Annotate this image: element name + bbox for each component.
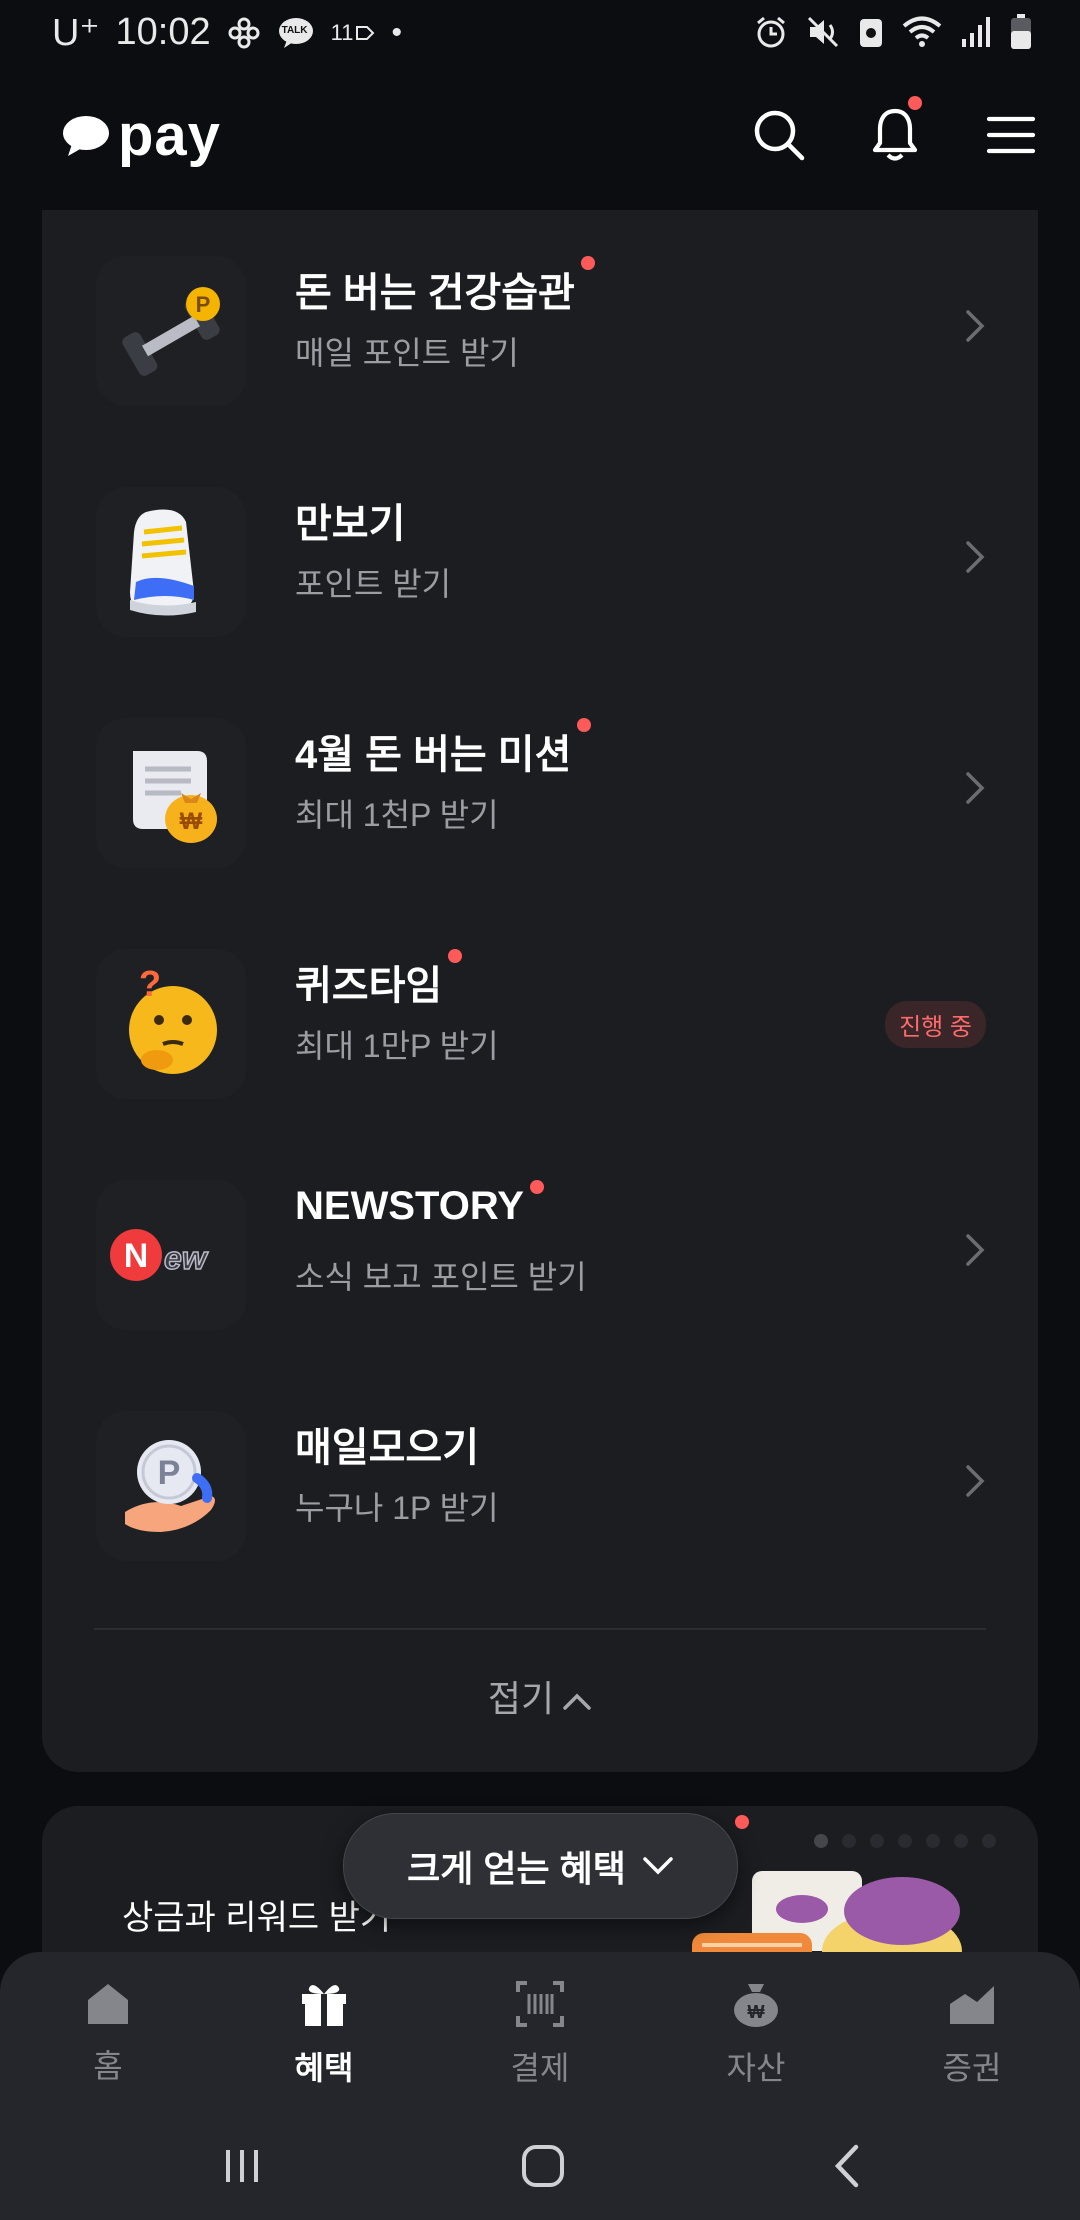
logo-text: pay [118,103,221,168]
collapse-button[interactable]: 접기 [42,1670,1038,1722]
new-dot [580,256,595,270]
benefit-subtitle: 최대 1만P 받기 [295,1028,499,1064]
menu-button[interactable] [976,100,1046,170]
svg-text:P: P [158,1454,181,1492]
notification-dot [908,96,922,110]
new-dot [735,1815,749,1829]
benefit-item-quiz[interactable]: ? 퀴즈타임 최대 1만P 받기 진행 중 [42,903,1038,1134]
sneaker-icon [96,487,246,637]
chevron-right-icon [966,772,985,804]
chevron-down-icon [643,1857,673,1875]
back-button[interactable] [812,2134,882,2198]
benefit-item-newstory[interactable]: N ew NEWSTORY 소식 보고 포인트 받기 [42,1134,1038,1365]
chevron-right-icon [966,1234,985,1266]
chevron-right-icon [966,541,985,573]
nav-assets[interactable]: ₩ 자산 [686,1980,826,2089]
benefit-title: NEWSTORY [295,1180,544,1229]
notification-button[interactable] [860,96,930,170]
flower-icon [227,16,261,50]
new-icon: N ew [96,1180,246,1330]
nav-home[interactable]: 홈 [38,1980,178,2087]
signal-icon [960,15,992,49]
home-system-button[interactable] [508,2134,578,2198]
svg-text:?: ? [139,964,161,1004]
benefit-subtitle: 소식 보고 포인트 받기 [295,1259,587,1295]
barcode-icon [516,1981,564,2027]
collapse-label: 접기 [487,1678,555,1719]
mute-icon [806,15,840,49]
clock: 10:02 [115,11,211,53]
back-icon [834,2144,859,2188]
chevron-right-icon [966,310,985,342]
benefit-title: 돈 버는 건강습관 [295,256,595,318]
system-navigation [0,2112,1080,2220]
svg-text:ew: ew [164,1240,209,1276]
new-dot [448,949,463,963]
search-icon [754,110,805,161]
home-circle-icon [522,2145,564,2187]
home-icon [88,1984,128,2024]
wifi-icon [902,15,942,49]
notif-count: 11 [330,19,354,45]
new-dot [577,718,592,732]
benefit-item-pedometer[interactable]: 만보기 포인트 받기 [42,441,1038,672]
thinking-face-icon: ? [96,949,246,1099]
recent-apps-button[interactable] [207,2134,277,2198]
gift-icon [302,1985,346,2026]
divider [94,1628,986,1630]
benefit-title: 매일모으기 [295,1426,479,1470]
bottom-navigation: 홈 혜택 결제 ₩ 자산 증권 [0,1952,1080,2112]
svg-text:₩: ₩ [748,2002,765,2022]
big-benefits-button[interactable]: 크게 얻는 혜택 [343,1813,738,1919]
new-dot [529,1180,544,1194]
coin-hand-icon: P [96,1411,246,1561]
big-benefits-label: 크게 얻는 혜택 [407,1848,626,1889]
benefit-item-health[interactable]: P 돈 버는 건강습관 매일 포인트 받기 [42,210,1038,441]
chevron-right-icon [966,1465,985,1497]
promo-text: 상금과 리워드 받기 [122,1899,392,1937]
benefit-subtitle: 최대 1천P 받기 [295,797,499,833]
speech-bubble-icon [63,115,109,156]
svg-text:₩: ₩ [180,808,203,835]
carousel-pager [814,1834,996,1848]
pay-logo[interactable]: pay [62,102,221,169]
benefit-title: 4월 돈 버는 미션 [295,718,592,780]
dot-icon: • [391,15,402,49]
bell-icon [872,108,918,161]
saver-icon [858,15,884,49]
benefit-title: 만보기 [295,502,406,546]
talk-icon: TALK [277,16,315,50]
benefits-card: P 돈 버는 건강습관 매일 포인트 받기 만보기 포인트 받기 ₩ 4월 돈 … [42,210,1038,1772]
svg-text:N: N [124,1237,149,1275]
benefit-subtitle: 누구나 1P 받기 [295,1490,499,1526]
nav-payment[interactable]: 결제 [470,1980,610,2089]
nav-stocks[interactable]: 증권 [902,1980,1042,2089]
benefit-subtitle: 포인트 받기 [295,566,452,602]
carrier-label: U⁺ [52,12,100,54]
alarm-icon [754,15,788,49]
in-progress-badge: 진행 중 [885,1001,986,1048]
moneybag-icon: ₩ [734,1984,778,2027]
benefit-item-mission[interactable]: ₩ 4월 돈 버는 미션 최대 1천P 받기 [42,672,1038,903]
benefit-title: 퀴즈타임 [295,949,463,1011]
benefit-item-daily[interactable]: P 매일모으기 누구나 1P 받기 [42,1365,1038,1596]
recent-apps-icon [226,2150,258,2182]
svg-text:P: P [196,292,211,317]
app-header: pay [0,90,1080,180]
menu-icon [986,116,1036,154]
dumbbell-icon: P [96,256,246,406]
status-bar: U⁺ 10:02 TALK 11 • [0,0,1080,70]
benefit-subtitle: 매일 포인트 받기 [295,335,519,371]
talk-label: TALK [281,24,308,36]
battery-icon [1010,14,1032,50]
nav-benefits[interactable]: 혜택 [254,1980,394,2089]
tag-icon: 11 [331,20,376,46]
search-button[interactable] [744,100,814,170]
chevron-up-icon [563,1694,591,1711]
scroll-moneybag-icon: ₩ [96,718,246,868]
chart-icon [950,1986,994,2024]
